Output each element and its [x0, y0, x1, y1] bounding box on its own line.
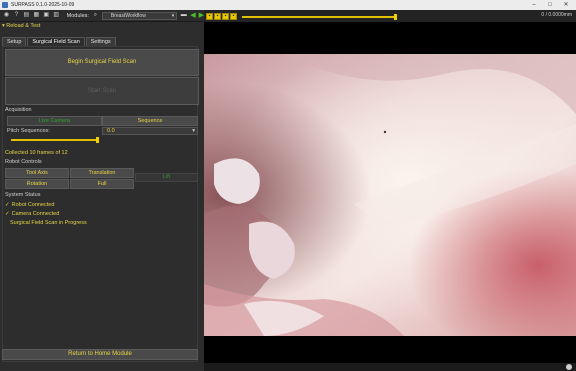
rotation-button[interactable]: Rotation	[5, 179, 69, 189]
tab-content: Begin Surgical Field Scan Start Scan Acq…	[2, 46, 199, 362]
sequence-slider-handle[interactable]	[96, 137, 99, 143]
begin-scan-button[interactable]: Begin Surgical Field Scan	[5, 49, 199, 76]
sequence-slider-track	[11, 139, 99, 141]
close-icon[interactable]: ✕	[558, 0, 574, 10]
system-status-title: System Status	[5, 192, 41, 198]
dcm-icon[interactable]: ▦	[33, 12, 40, 19]
app-icon	[2, 2, 8, 8]
camera-status-text: Camera Connected	[11, 211, 60, 217]
robot-controls-title: Robot Controls	[5, 159, 42, 165]
scan-status-text: Surgical Field Scan in Progress	[10, 220, 87, 226]
slice-slider-track	[242, 15, 397, 18]
sequence-button[interactable]: Sequence	[102, 116, 198, 126]
save-icon[interactable]: ▣	[43, 12, 50, 19]
collected-frames-text: Collected 10 frames of 12	[5, 150, 68, 156]
maximize-icon[interactable]: □	[542, 0, 558, 10]
full-button[interactable]: Full	[70, 179, 134, 189]
status-bar	[204, 363, 576, 371]
window-title: SURPASS 0.1.0-2025-10-09	[11, 2, 75, 8]
slice-slider-handle[interactable]	[394, 13, 397, 20]
translation-button[interactable]: Translation	[70, 168, 134, 178]
lift-button[interactable]: Lift	[135, 173, 198, 182]
live-camera-button[interactable]: Live Camera	[7, 116, 102, 126]
module-tabs: Setup Surgical Field Scan Settings	[2, 37, 117, 46]
pitch-sequences-field[interactable]: 0.0 ▾	[102, 127, 198, 135]
tab-settings[interactable]: Settings	[85, 37, 116, 46]
error-log-icon[interactable]	[566, 364, 572, 370]
tool-axis-button[interactable]: Tool Axis	[5, 168, 69, 178]
eye-icon[interactable]: ▪	[222, 12, 229, 20]
robot-status: ✓ Robot Connected	[5, 202, 54, 208]
data-icon[interactable]: ▤	[23, 12, 30, 19]
pitch-sequences-value: 0.0	[107, 128, 115, 134]
endoscope-image	[204, 54, 576, 336]
view-options-icon[interactable]: ▪	[230, 12, 237, 20]
minimize-icon[interactable]: –	[526, 0, 542, 10]
camera-status: ✓ Camera Connected	[5, 211, 59, 217]
window-titlebar: SURPASS 0.1.0-2025-10-09 – □ ✕	[0, 0, 576, 10]
app-logo-icon[interactable]: ◉	[3, 12, 10, 19]
slice-offset-readout: 0 / 0.0000mm	[541, 12, 572, 18]
module-selector[interactable]: BreastWorkflow ▾	[101, 11, 178, 20]
reload-test-header[interactable]: ▾ Reload & Test	[2, 23, 40, 29]
module-search-icon[interactable]: ⌕	[92, 12, 99, 19]
check-icon: ✓	[5, 202, 10, 208]
chevron-down-icon: ▾	[171, 12, 175, 19]
viewer-toolbar: ▪ ▪ ▪ ▪ 0 / 0.0000mm	[204, 10, 576, 22]
module-history-icon[interactable]: ▬	[180, 12, 187, 19]
reload-test-label: Reload & Test	[6, 23, 41, 29]
module-selector-value: BreastWorkflow	[110, 12, 146, 19]
spinbox-icon: ▾	[192, 128, 195, 134]
return-home-button[interactable]: Return to Home Module	[2, 349, 198, 360]
main-toolbar: ◉ ? ▤ ▦ ▣ ▥ Modules: ⌕ BreastWorkflow ▾ …	[0, 10, 204, 22]
python-console-icon[interactable]: ▥	[53, 12, 60, 19]
check-icon: ✓	[5, 211, 10, 217]
acquisition-title: Acquisition	[5, 107, 32, 113]
pin-icon[interactable]: ▪	[206, 12, 213, 20]
camera-viewport[interactable]	[204, 22, 576, 363]
tissue-image	[204, 54, 576, 336]
robot-status-text: Robot Connected	[11, 202, 55, 208]
tab-setup[interactable]: Setup	[2, 37, 27, 46]
link-icon[interactable]: ▪	[214, 12, 221, 20]
tab-surgical-field-scan[interactable]: Surgical Field Scan	[27, 37, 85, 46]
help-icon[interactable]: ?	[13, 12, 20, 19]
start-scan-button[interactable]: Start Scan	[5, 77, 199, 105]
sequence-slider[interactable]	[11, 137, 99, 143]
pitch-sequences-label: Pitch Sequences:	[7, 128, 50, 134]
modules-label: Modules:	[66, 12, 89, 19]
module-panel: ▾ Reload & Test Setup Surgical Field Sca…	[0, 22, 204, 371]
back-arrow-icon[interactable]: ◀	[190, 12, 195, 19]
slice-slider[interactable]	[242, 13, 397, 20]
